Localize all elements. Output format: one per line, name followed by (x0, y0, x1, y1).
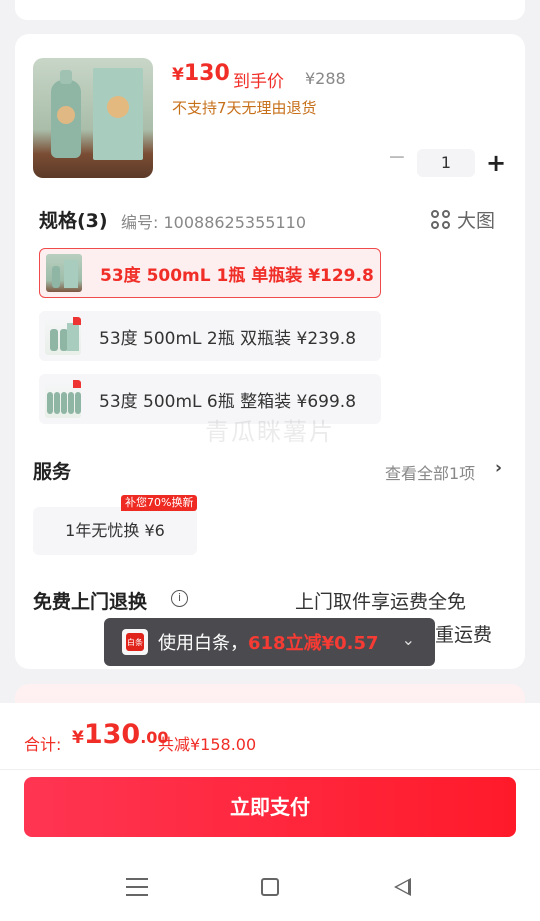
quantity-input[interactable]: 1 (417, 149, 475, 177)
return-policy-text: 不支持7天无理由退货 (172, 99, 317, 117)
chevron-right-icon[interactable]: › (495, 458, 502, 478)
service-title: 服务 (33, 461, 72, 483)
baitiao-toast[interactable]: 白条 使用白条， 618立减¥0.57 ⌄ (104, 618, 435, 666)
watermark: 青瓜眯薯片 (205, 418, 335, 446)
spec-option-thumbnail (46, 254, 82, 292)
pay-now-button[interactable]: 立即支付 (24, 777, 516, 837)
previous-card (15, 0, 525, 20)
total-label: 合计: (24, 735, 62, 754)
bottle-graphic (51, 70, 81, 158)
menu-icon[interactable] (126, 878, 148, 896)
total-amount: ¥130.00 (72, 719, 169, 750)
product-image[interactable] (33, 58, 153, 178)
service-promo-badge: 补您70%换新 (121, 495, 198, 511)
spec-option-label: 53度 500mL 6瓶 整箱装 ¥699.8 (99, 391, 357, 412)
spec-option-label: 53度 500mL 1瓶 单瓶装 ¥129.8 (100, 265, 374, 286)
service-option-replacement[interactable]: 1年无忧换 ¥6 (33, 507, 197, 555)
spec-option-thumbnail (45, 317, 81, 355)
system-nav-bar (0, 860, 540, 921)
divider (0, 769, 540, 770)
original-price: ¥288 (305, 69, 346, 88)
spec-option-1-bottle[interactable]: 53度 500mL 1瓶 单瓶装 ¥129.8 (39, 248, 381, 298)
toast-text: 使用白条， (158, 633, 248, 654)
free-return-title: 免费上门退换 (33, 591, 148, 613)
baitiao-icon: 白条 (122, 629, 148, 655)
home-icon[interactable] (261, 878, 279, 896)
spec-option-thumbnail (45, 380, 81, 418)
final-price-label: 到手价 (233, 72, 284, 92)
final-price: ¥130 (172, 61, 230, 86)
order-card: ¥130 到手价 ¥288 不支持7天无理由退货 − 1 + 规格(3) 编号:… (15, 34, 525, 669)
spec-title: 规格(3) (39, 210, 108, 232)
back-icon[interactable] (394, 878, 411, 896)
big-picture-button[interactable]: 大图 (431, 206, 495, 233)
info-icon[interactable]: i (171, 590, 188, 607)
gift-box-graphic (93, 68, 143, 160)
double-chevron-down-icon[interactable]: ⌄ (402, 630, 415, 649)
view-all-services-link[interactable]: 查看全部1项 (385, 460, 475, 484)
quantity-increase-button[interactable]: + (485, 149, 507, 177)
grid-icon (431, 209, 451, 230)
toast-discount: 618立减¥0.57 (248, 633, 379, 654)
quantity-decrease-button[interactable]: − (387, 147, 407, 169)
free-return-description-2: 重运费 (435, 624, 493, 646)
free-return-description: 上门取件享运费全免 (295, 591, 467, 613)
big-picture-label: 大图 (457, 210, 496, 232)
product-code: 编号: 10088625355110 (121, 213, 306, 232)
total-discount: 共减¥158.00 (158, 735, 257, 754)
spec-option-2-bottles[interactable]: 53度 500mL 2瓶 双瓶装 ¥239.8 (39, 311, 381, 361)
spec-option-label: 53度 500mL 2瓶 双瓶装 ¥239.8 (99, 328, 357, 349)
